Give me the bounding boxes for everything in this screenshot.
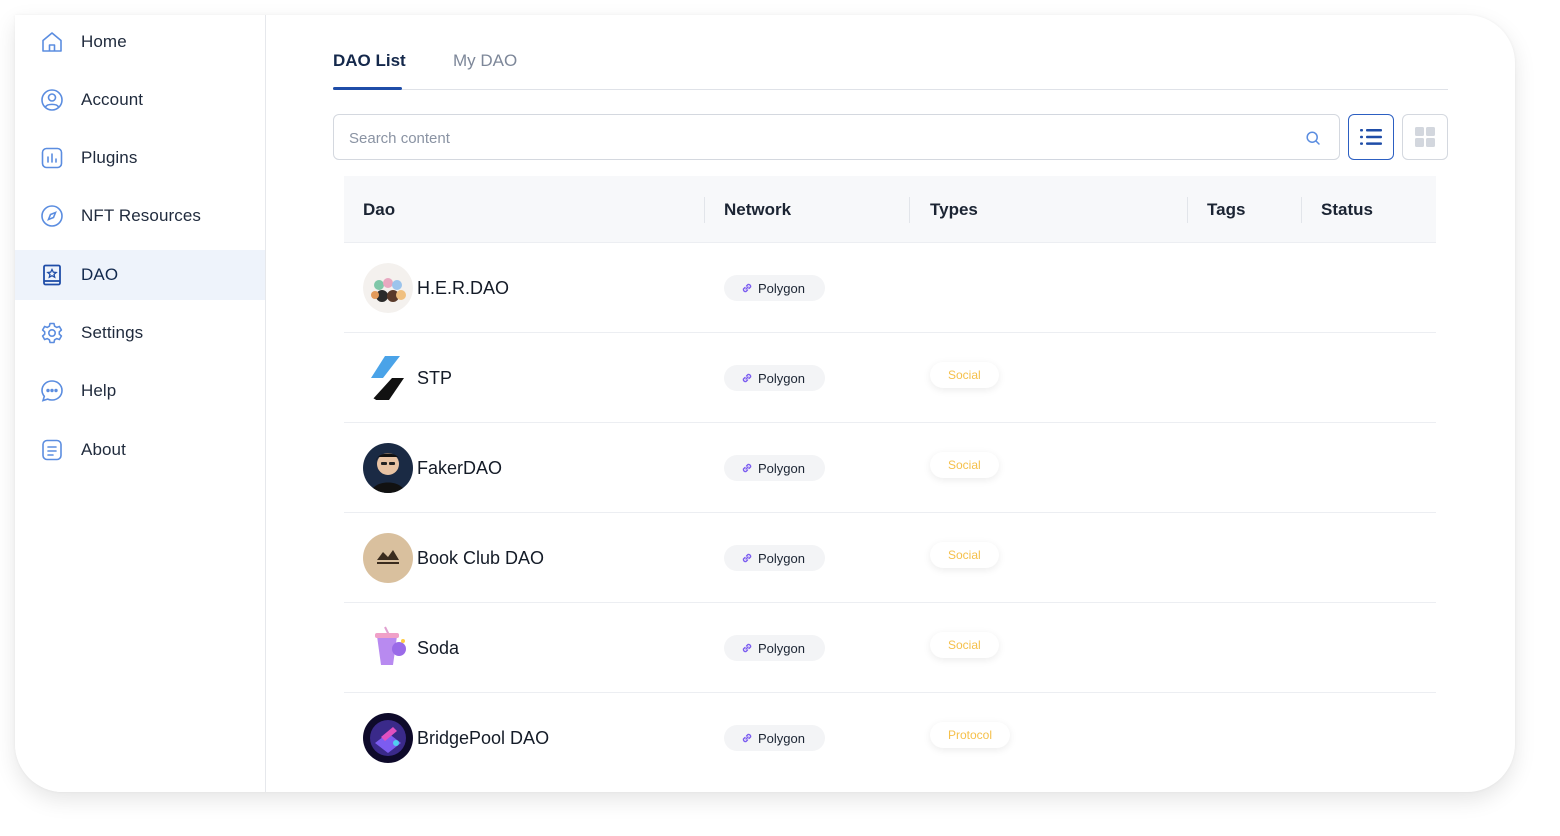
sidebar-item-label: About — [81, 440, 126, 459]
sidebar-item-label: Help — [81, 381, 117, 400]
link-icon — [742, 643, 752, 653]
sidebar-item-label: DAO — [81, 265, 119, 284]
sidebar-item-settings[interactable]: Settings — [15, 308, 265, 358]
sidebar-item-label: Settings — [81, 323, 144, 342]
sidebar-item-plugins[interactable]: Plugins — [15, 133, 265, 183]
dao-avatar — [363, 263, 413, 313]
table-row[interactable]: STP Polygon Social — [344, 333, 1436, 423]
chart-icon — [39, 145, 65, 171]
table-header: Dao Network Types Tags Status — [344, 176, 1436, 243]
dao-avatar — [363, 533, 413, 583]
sidebar: Home Account Plugins NFT Resources DAO S… — [15, 15, 266, 792]
dao-name[interactable]: STP — [417, 368, 452, 389]
dao-name[interactable]: Book Club DAO — [417, 548, 544, 569]
network-label: Polygon — [758, 370, 805, 386]
link-icon — [742, 733, 752, 743]
type-badge: Social — [930, 452, 999, 478]
table-row[interactable]: BridgePool DAO Polygon Protocol — [344, 693, 1436, 783]
column-header-tags[interactable]: Tags — [1207, 200, 1245, 220]
column-divider — [1187, 197, 1188, 223]
column-header-status[interactable]: Status — [1321, 200, 1373, 220]
network-badge: Polygon — [724, 635, 825, 661]
dao-name[interactable]: BridgePool DAO — [417, 728, 549, 749]
search-input[interactable] — [349, 127, 1289, 149]
sidebar-item-label: Account — [81, 90, 144, 109]
sidebar-item-account[interactable]: Account — [15, 75, 265, 125]
sidebar-item-dao[interactable]: DAO — [15, 250, 265, 300]
column-header-types[interactable]: Types — [930, 200, 978, 220]
column-divider — [1301, 197, 1302, 223]
table-row[interactable]: Book Club DAO Polygon Social — [344, 513, 1436, 603]
table-row[interactable]: Soda Polygon Social — [344, 603, 1436, 693]
network-label: Polygon — [758, 280, 805, 296]
link-icon — [742, 463, 752, 473]
home-icon — [39, 29, 65, 55]
dao-name[interactable]: Soda — [417, 638, 459, 659]
network-label: Polygon — [758, 730, 805, 746]
sidebar-item-home[interactable]: Home — [15, 17, 265, 67]
tab-dao-list[interactable]: DAO List — [333, 51, 406, 71]
tab-bar: DAO List My DAO — [333, 15, 1448, 90]
dao-avatar — [363, 713, 413, 763]
search-box — [333, 114, 1340, 160]
sidebar-item-help[interactable]: Help — [15, 366, 265, 416]
network-label: Polygon — [758, 640, 805, 656]
sidebar-item-label: Plugins — [81, 148, 138, 167]
tab-my-dao[interactable]: My DAO — [453, 51, 517, 71]
dao-avatar — [363, 623, 413, 673]
table-row[interactable]: FakerDAO Polygon Social — [344, 423, 1436, 513]
type-badge: Social — [930, 542, 999, 568]
grid-view-button[interactable] — [1402, 114, 1448, 160]
dao-name[interactable]: FakerDAO — [417, 458, 502, 479]
sidebar-item-label: NFT Resources — [81, 206, 202, 225]
type-badge: Protocol — [930, 722, 1011, 748]
type-badge: Social — [930, 632, 999, 658]
network-badge: Polygon — [724, 455, 825, 481]
document-icon — [39, 437, 65, 463]
network-badge: Polygon — [724, 275, 825, 301]
link-icon — [742, 283, 752, 293]
dao-table: Dao Network Types Tags Status H.E.R.DAO … — [344, 176, 1436, 792]
network-label: Polygon — [758, 550, 805, 566]
sidebar-item-label: Home — [81, 32, 127, 51]
network-label: Polygon — [758, 460, 805, 476]
column-header-network[interactable]: Network — [724, 200, 791, 220]
gear-icon — [39, 320, 65, 346]
column-header-dao[interactable]: Dao — [363, 200, 395, 220]
sidebar-item-about[interactable]: About — [15, 425, 265, 475]
main-content: DAO List My DAO Dao Network Types Tags — [333, 15, 1448, 792]
network-badge: Polygon — [724, 365, 825, 391]
dao-avatar — [363, 353, 413, 403]
list-icon — [1360, 129, 1382, 145]
active-tab-indicator — [333, 87, 402, 90]
network-badge: Polygon — [724, 725, 825, 751]
chat-icon — [39, 378, 65, 404]
search-icon[interactable] — [1305, 130, 1321, 146]
column-divider — [704, 197, 705, 223]
link-icon — [742, 553, 752, 563]
network-badge: Polygon — [724, 545, 825, 571]
grid-icon — [1415, 127, 1435, 147]
type-badge: Social — [930, 362, 999, 388]
dao-name[interactable]: H.E.R.DAO — [417, 278, 509, 299]
compass-icon — [39, 203, 65, 229]
dao-avatar — [363, 443, 413, 493]
list-view-button[interactable] — [1348, 114, 1394, 160]
table-row[interactable]: H.E.R.DAO Polygon — [344, 243, 1436, 333]
app-window: Home Account Plugins NFT Resources DAO S… — [15, 15, 1515, 792]
column-divider — [909, 197, 910, 223]
user-icon — [39, 87, 65, 113]
sidebar-item-nft-resources[interactable]: NFT Resources — [15, 191, 265, 241]
link-icon — [742, 373, 752, 383]
dao-icon — [39, 262, 65, 288]
